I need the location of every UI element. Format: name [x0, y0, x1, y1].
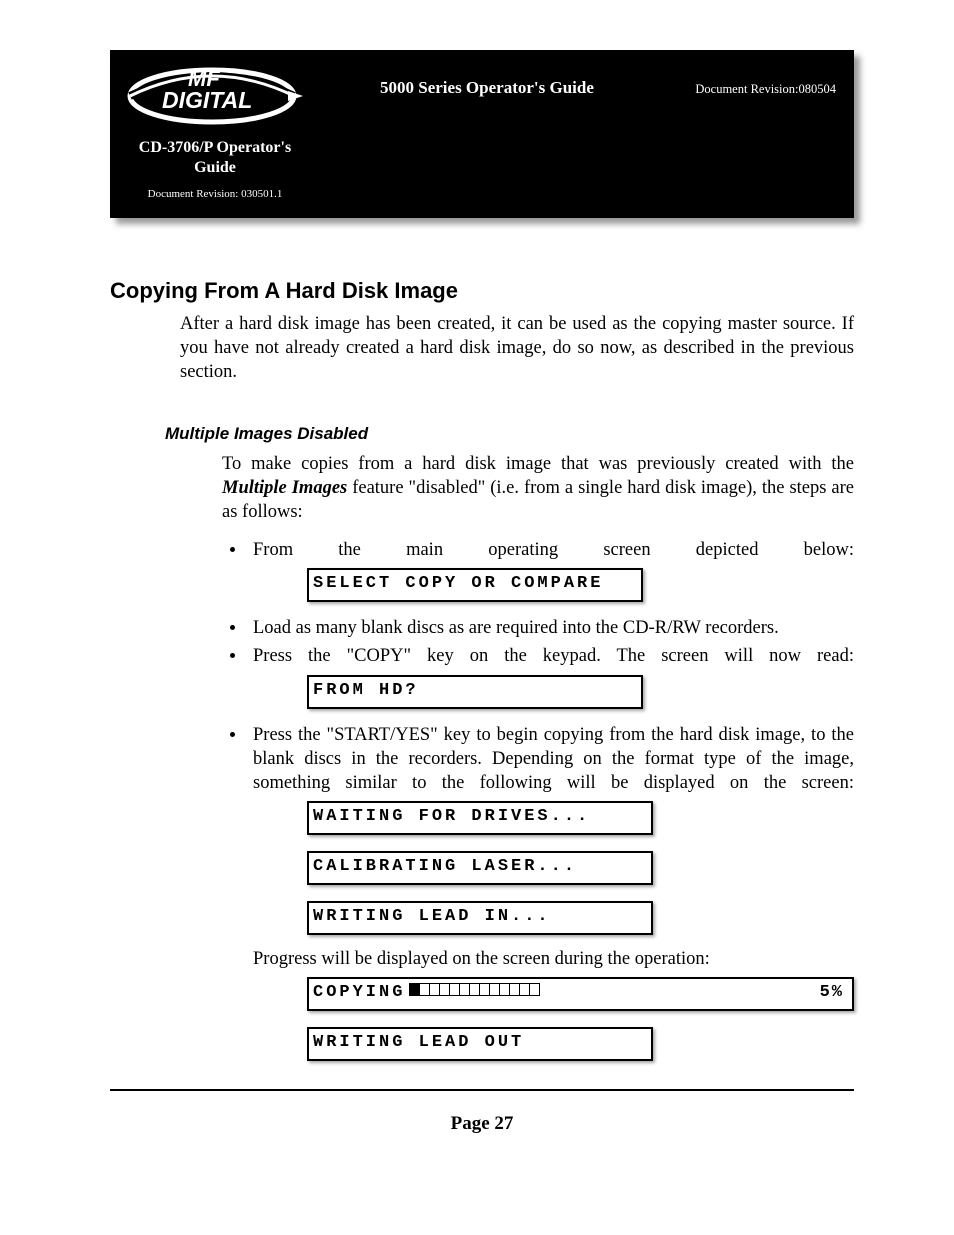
progress-caption: Progress will be displayed on the screen…	[253, 947, 854, 971]
svg-text:DIGITAL: DIGITAL	[162, 87, 252, 113]
section-intro: After a hard disk image has been created…	[180, 312, 854, 384]
step-3: Press the "COPY" key on the keypad. The …	[247, 644, 854, 718]
sub-para-pre: To make copies from a hard disk image th…	[222, 454, 854, 474]
header-sub-block: CD-3706/P Operator's Guide Document Revi…	[110, 128, 320, 218]
lcd-screen-select: SELECT COPY OR COMPARE	[307, 568, 643, 602]
page-container: MF DIGITAL 5000 Series Operator's Guide …	[0, 0, 954, 1175]
section-body: After a hard disk image has been created…	[180, 312, 854, 384]
lcd-screen-calibrating: CALIBRATING LASER...	[307, 851, 653, 885]
lcd-screen-copying: COPYING 5%	[307, 977, 854, 1011]
lcd-screen-fromhd: FROM HD?	[307, 675, 643, 709]
mf-digital-logo-icon: MF DIGITAL	[120, 58, 305, 128]
progress-bar-icon	[409, 982, 539, 1004]
page-number: Page 27	[110, 1113, 854, 1135]
step-4: Press the "START/YES" key to begin copyi…	[247, 723, 854, 1072]
logo-cell: MF DIGITAL	[110, 50, 330, 128]
subsection-body: To make copies from a hard disk image th…	[222, 452, 854, 1071]
header-revision-right: Document Revision:080504	[695, 50, 854, 97]
copying-percent: 5%	[820, 982, 844, 1004]
header-center-title: 5000 Series Operator's Guide	[330, 50, 695, 98]
lcd-screen-waiting: WAITING FOR DRIVES...	[307, 801, 653, 835]
step-3-text: Press the "COPY" key on the keypad. The …	[253, 646, 854, 666]
header-sub-title: CD-3706/P Operator's Guide	[110, 138, 320, 178]
subsection-intro: To make copies from a hard disk image th…	[222, 452, 854, 524]
document-header: MF DIGITAL 5000 Series Operator's Guide …	[110, 50, 854, 218]
step-4-text: Press the "START/YES" key to begin copyi…	[253, 725, 854, 793]
subsection-title: Multiple Images Disabled	[165, 424, 854, 444]
sub-title-line1: CD-3706/P Operator's	[139, 139, 291, 156]
copying-label: COPYING	[313, 982, 405, 1004]
lcd-screen-leadin: WRITING LEAD IN...	[307, 901, 653, 935]
header-sub-revision: Document Revision: 030501.1	[110, 188, 320, 200]
sub-title-line2: Guide	[194, 159, 236, 176]
step-2: Load as many blank discs as are required…	[247, 616, 854, 640]
feature-name: Multiple Images	[222, 478, 347, 498]
step-1: From the main operating screen depicted …	[247, 538, 854, 612]
footer-rule	[110, 1089, 854, 1091]
lcd-screen-leadout: WRITING LEAD OUT	[307, 1027, 653, 1061]
steps-list: From the main operating screen depicted …	[222, 538, 854, 1071]
header-top-row: MF DIGITAL 5000 Series Operator's Guide …	[110, 50, 854, 128]
section-title: Copying From A Hard Disk Image	[110, 278, 854, 304]
step-1-text: From the main operating screen depicted …	[253, 540, 854, 560]
